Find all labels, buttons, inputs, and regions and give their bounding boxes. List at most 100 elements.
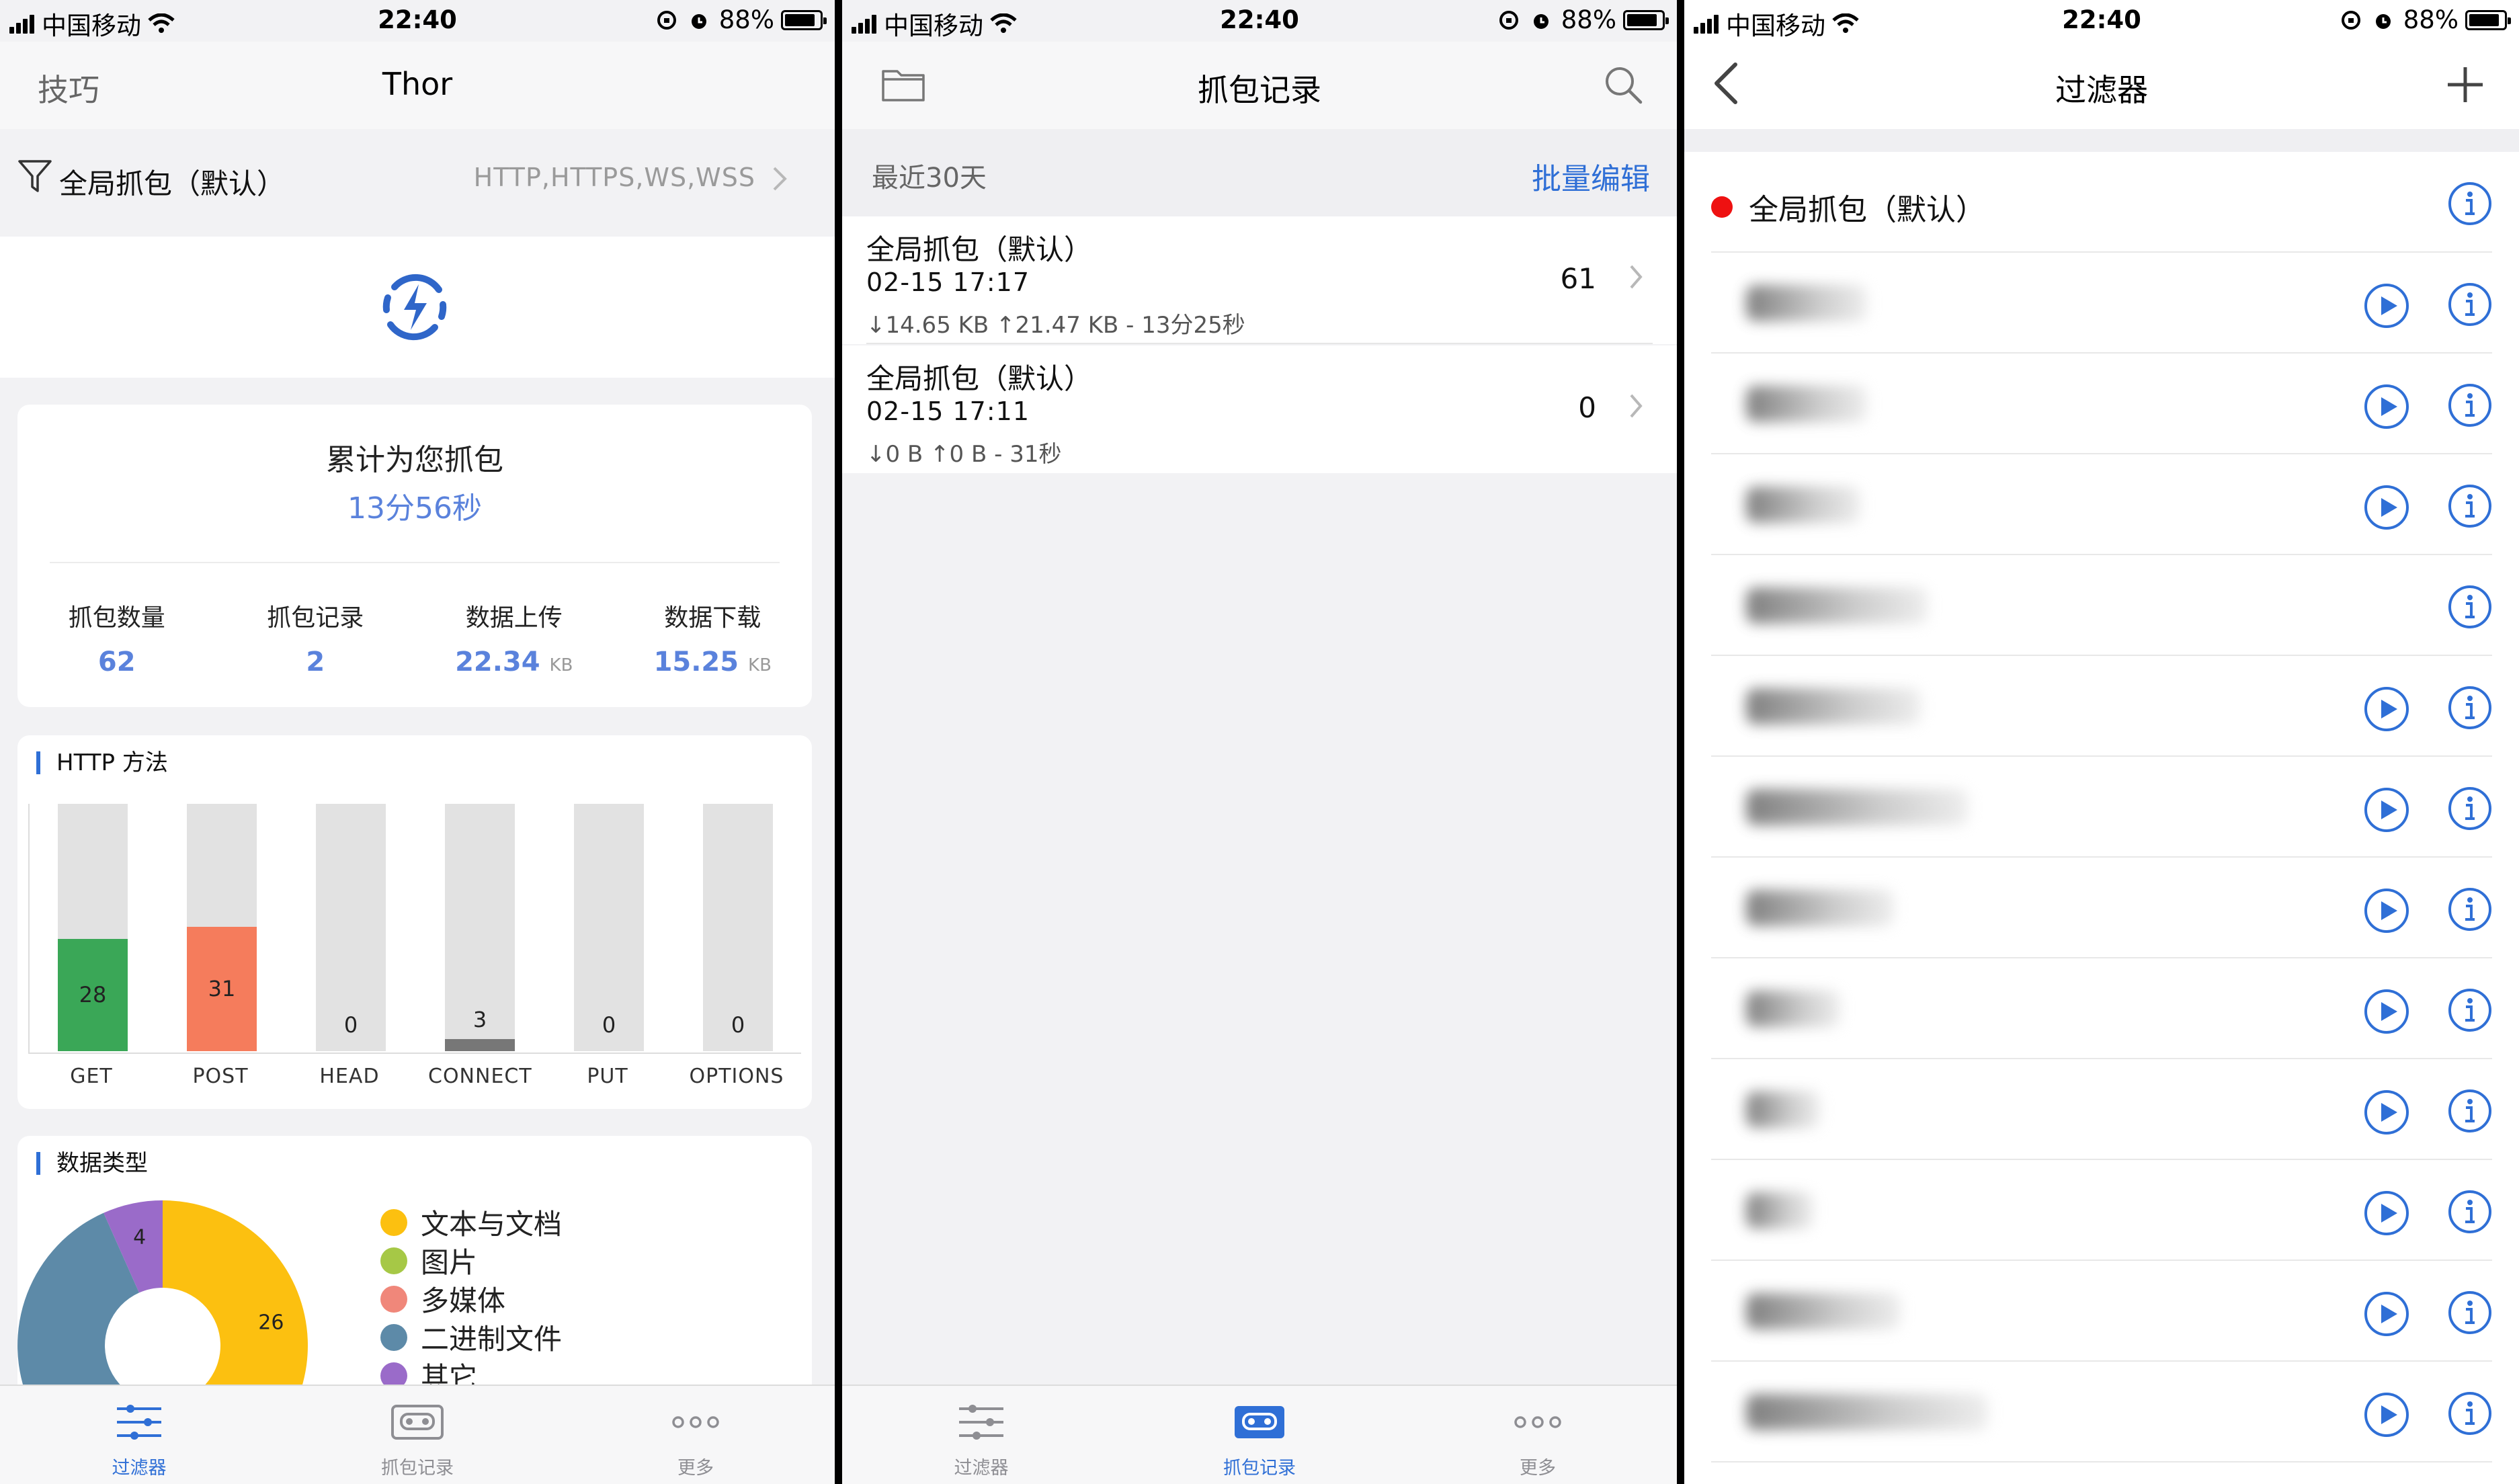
- bar-category-label: POST: [192, 1065, 249, 1088]
- redacted-filter-name: [1746, 1091, 1820, 1128]
- filter-row[interactable]: [1684, 656, 2519, 757]
- sliders-icon: [117, 1405, 161, 1440]
- info-icon[interactable]: [2448, 1190, 2492, 1237]
- legend-item: 文本与文档: [380, 1203, 562, 1241]
- info-icon[interactable]: [2448, 383, 2492, 430]
- play-icon[interactable]: [2363, 282, 2410, 332]
- bar-value-label: 0: [602, 1012, 616, 1038]
- info-icon[interactable]: [2448, 1391, 2492, 1438]
- lock-rotation-icon: [2341, 10, 2360, 30]
- pie-slice-label: 4: [133, 1226, 146, 1249]
- info-icon[interactable]: [2448, 786, 2492, 833]
- filter-row[interactable]: [1684, 757, 2519, 858]
- capture-toggle-area: [0, 237, 835, 378]
- play-icon[interactable]: [2363, 1290, 2410, 1340]
- data-types-chart: 26 4: [17, 1200, 308, 1418]
- legend-item: 二进制文件: [380, 1318, 562, 1356]
- redacted-filter-name: [1746, 688, 1921, 725]
- info-icon[interactable]: [2448, 988, 2492, 1035]
- nav-bar: 技巧 Thor: [0, 42, 835, 129]
- nav-bar: 过滤器: [1684, 42, 2519, 129]
- tab-records[interactable]: 抓包记录: [1120, 1386, 1399, 1484]
- add-icon[interactable]: [2446, 66, 2484, 104]
- filter-row[interactable]: [1684, 253, 2519, 354]
- info-icon[interactable]: [2448, 484, 2492, 531]
- info-icon[interactable]: [2448, 887, 2492, 934]
- redacted-filter-name: [1746, 789, 1968, 825]
- play-icon[interactable]: [2363, 1089, 2410, 1139]
- tape-icon: [1235, 1406, 1284, 1438]
- screen-records: 中国移动 22:40 88% 抓包记录 最近30天 批量编辑 全局抓包（默认） …: [842, 0, 1677, 1484]
- info-icon[interactable]: [2448, 1290, 2492, 1337]
- play-icon[interactable]: [2363, 484, 2410, 534]
- bar-category-label: GET: [70, 1065, 113, 1088]
- filter-row[interactable]: [1684, 858, 2519, 958]
- info-icon[interactable]: [2448, 686, 2492, 733]
- bar-put: 0: [574, 804, 644, 1051]
- page-title: Thor: [382, 66, 453, 102]
- current-filter-row[interactable]: 全局抓包（默认） HTTP,HTTPS,WS,WSS: [0, 129, 835, 237]
- tab-bar: 过滤器 抓包记录 更多: [842, 1385, 1677, 1484]
- redacted-filter-name: [1746, 285, 1867, 321]
- filter-protocols: HTTP,HTTPS,WS,WSS: [473, 163, 755, 192]
- filter-row[interactable]: [1684, 555, 2519, 656]
- redacted-filter-name: [1746, 1192, 1813, 1229]
- more-icon: [672, 1416, 719, 1428]
- filter-row[interactable]: [1684, 958, 2519, 1059]
- filter-row[interactable]: [1684, 454, 2519, 555]
- tab-bar: 过滤器 抓包记录 更多: [0, 1385, 835, 1484]
- filter-name: 全局抓包（默认）: [59, 167, 286, 200]
- data-types-legend: 文本与文档 图片 多媒体 二进制文件 其它: [380, 1203, 562, 1395]
- play-icon[interactable]: [2363, 686, 2410, 735]
- filter-row[interactable]: [1684, 1362, 2519, 1462]
- summary-card: 累计为您抓包 13分56秒 抓包数量 62 抓包记录 2 数据上传 22.34 KB …: [17, 405, 812, 707]
- info-icon[interactable]: [2448, 585, 2492, 632]
- record-row[interactable]: 全局抓包（默认） 02-15 17:11 ↓0 B ↑0 B - 31秒 0: [842, 345, 1677, 473]
- filter-row[interactable]: [1684, 354, 2519, 454]
- play-icon[interactable]: [2363, 887, 2410, 937]
- play-icon[interactable]: [2363, 383, 2410, 433]
- play-icon[interactable]: [2363, 786, 2410, 836]
- stat-upload: 数据上传 22.34 KB: [455, 604, 573, 677]
- stat-packets: 抓包数量 62: [68, 604, 165, 677]
- legend-swatch: [380, 1208, 407, 1236]
- legend-swatch: [380, 1323, 407, 1351]
- page-title: 过滤器: [2055, 72, 2148, 108]
- summary-title: 累计为您抓包: [326, 443, 503, 477]
- tab-records[interactable]: 抓包记录: [278, 1386, 556, 1484]
- filter-row[interactable]: [1684, 1261, 2519, 1362]
- filter-row[interactable]: [1684, 1160, 2519, 1261]
- pie-slice-label: 26: [258, 1311, 284, 1335]
- play-icon[interactable]: [2363, 1190, 2410, 1239]
- tape-icon: [391, 1405, 444, 1440]
- bar-fill: [445, 1039, 515, 1051]
- batch-edit-button[interactable]: 批量编辑: [1532, 155, 1650, 198]
- tab-more[interactable]: 更多: [556, 1386, 835, 1484]
- search-icon[interactable]: [1603, 65, 1643, 105]
- records-header: 最近30天 批量编辑: [842, 129, 1677, 216]
- tab-filters[interactable]: 过滤器: [0, 1386, 278, 1484]
- battery-percent: 88%: [2403, 5, 2459, 34]
- info-icon[interactable]: [2448, 1089, 2492, 1136]
- redacted-filter-name: [1746, 386, 1867, 422]
- tab-more[interactable]: 更多: [1399, 1386, 1677, 1484]
- info-icon[interactable]: [2448, 282, 2492, 329]
- bar-category-label: HEAD: [319, 1065, 380, 1088]
- record-row[interactable]: 全局抓包（默认） 02-15 17:17 ↓14.65 KB ↑21.47 KB…: [842, 216, 1677, 344]
- stat-records: 抓包记录 2: [267, 604, 364, 677]
- bar-options: 0: [703, 804, 773, 1051]
- filter-row-default[interactable]: 全局抓包（默认）: [1684, 152, 2519, 253]
- play-icon[interactable]: [2363, 988, 2410, 1038]
- battery-icon: [781, 9, 827, 30]
- bar-category-label: PUT: [587, 1065, 628, 1088]
- info-icon[interactable]: [2448, 181, 2492, 226]
- battery-percent: 88%: [718, 5, 774, 34]
- summary-time: 13分56秒: [347, 491, 482, 526]
- redacted-filter-name: [1746, 487, 1860, 523]
- filter-row[interactable]: [1684, 1059, 2519, 1160]
- more-icon: [1514, 1416, 1561, 1428]
- play-icon[interactable]: [2363, 1391, 2410, 1441]
- capture-power-icon[interactable]: [374, 267, 455, 347]
- tab-filters[interactable]: 过滤器: [842, 1386, 1120, 1484]
- chevron-right-icon: [1630, 265, 1643, 289]
